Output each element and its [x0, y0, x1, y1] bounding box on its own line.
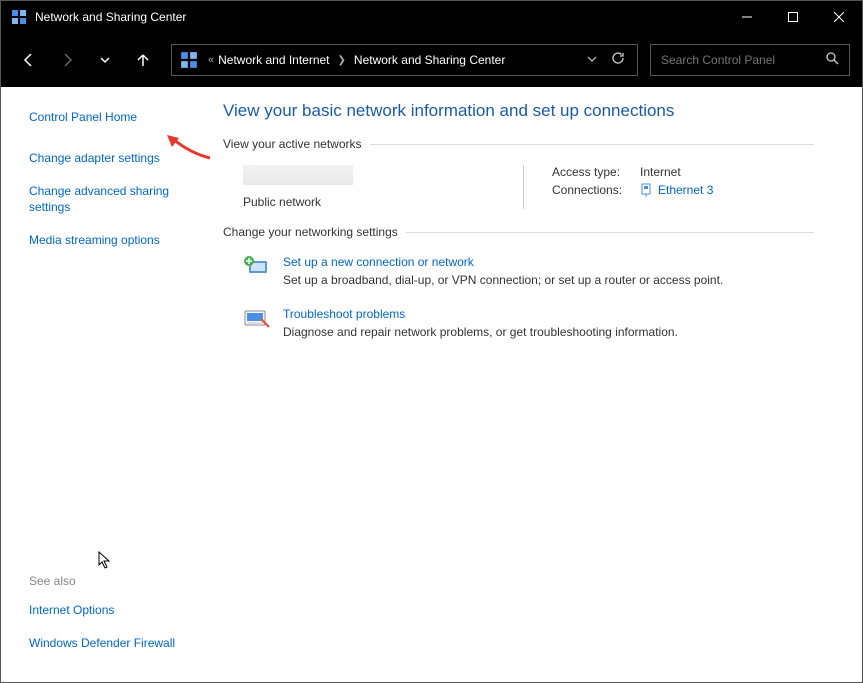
- close-button[interactable]: [816, 1, 862, 33]
- maximize-button[interactable]: [770, 1, 816, 33]
- setup-connection-desc: Set up a broadband, dial-up, or VPN conn…: [283, 273, 723, 287]
- window-title: Network and Sharing Center: [35, 10, 724, 24]
- navigation-bar: « Network and Internet ❯ Network and Sha…: [1, 33, 862, 87]
- divider: [406, 232, 814, 233]
- window-controls: [724, 1, 862, 33]
- minimize-button[interactable]: [724, 1, 770, 33]
- active-networks-header: View your active networks: [223, 137, 814, 151]
- access-type-value: Internet: [640, 165, 681, 179]
- see-also-header: See also: [29, 574, 201, 588]
- breadcrumb-item[interactable]: Network and Internet: [218, 53, 329, 67]
- sidebar-link-firewall[interactable]: Windows Defender Firewall: [29, 631, 201, 656]
- refresh-button[interactable]: [611, 51, 625, 70]
- section-title: View your active networks: [223, 137, 362, 151]
- sidebar-link-sharing[interactable]: Change advanced sharing settings: [29, 179, 201, 221]
- setup-connection-item: Set up a new connection or network Set u…: [223, 249, 814, 301]
- app-icon: [11, 9, 27, 25]
- main-panel: View your basic network information and …: [211, 87, 862, 682]
- address-bar[interactable]: « Network and Internet ❯ Network and Sha…: [171, 44, 638, 76]
- location-icon: [180, 51, 198, 69]
- ethernet-icon: [640, 183, 652, 197]
- recent-dropdown[interactable]: [89, 44, 121, 76]
- troubleshoot-link[interactable]: Troubleshoot problems: [283, 307, 678, 321]
- up-button[interactable]: [127, 44, 159, 76]
- breadcrumb-separator-icon[interactable]: ❯: [338, 55, 346, 66]
- active-network-row: Public network Access type: Internet Con…: [223, 161, 814, 225]
- sidebar-link-home[interactable]: Control Panel Home: [29, 105, 201, 130]
- troubleshoot-item: Troubleshoot problems Diagnose and repai…: [223, 301, 814, 353]
- troubleshoot-desc: Diagnose and repair network problems, or…: [283, 325, 678, 339]
- address-dropdown-icon[interactable]: [587, 51, 597, 70]
- network-name-redacted: [243, 165, 353, 185]
- forward-button[interactable]: [51, 44, 83, 76]
- window-titlebar: Network and Sharing Center: [1, 1, 862, 33]
- sidebar-link-internet-options[interactable]: Internet Options: [29, 598, 201, 623]
- change-settings-header: Change your networking settings: [223, 225, 814, 239]
- breadcrumb-overflow-icon[interactable]: «: [208, 54, 214, 66]
- back-button[interactable]: [13, 44, 45, 76]
- section-title: Change your networking settings: [223, 225, 398, 239]
- network-identity: Public network: [243, 165, 523, 209]
- search-icon[interactable]: [825, 51, 839, 70]
- page-heading: View your basic network information and …: [223, 101, 814, 121]
- divider: [370, 144, 814, 145]
- search-input[interactable]: [661, 53, 825, 67]
- search-bar[interactable]: [650, 44, 850, 76]
- setup-connection-icon: [243, 255, 271, 279]
- sidebar: Control Panel Home Change adapter settin…: [1, 87, 211, 682]
- connections-label: Connections:: [552, 183, 640, 197]
- sidebar-link-media[interactable]: Media streaming options: [29, 228, 201, 253]
- network-details: Access type: Internet Connections: Ether…: [552, 165, 713, 209]
- sidebar-link-adapter[interactable]: Change adapter settings: [29, 146, 201, 171]
- breadcrumb-item[interactable]: Network and Sharing Center: [354, 53, 505, 67]
- content-area: Control Panel Home Change adapter settin…: [1, 87, 862, 682]
- setup-connection-link[interactable]: Set up a new connection or network: [283, 255, 723, 269]
- vertical-divider: [523, 165, 524, 209]
- network-type: Public network: [243, 195, 523, 209]
- access-type-label: Access type:: [552, 165, 640, 179]
- troubleshoot-icon: [243, 307, 271, 331]
- connection-link[interactable]: Ethernet 3: [658, 183, 713, 197]
